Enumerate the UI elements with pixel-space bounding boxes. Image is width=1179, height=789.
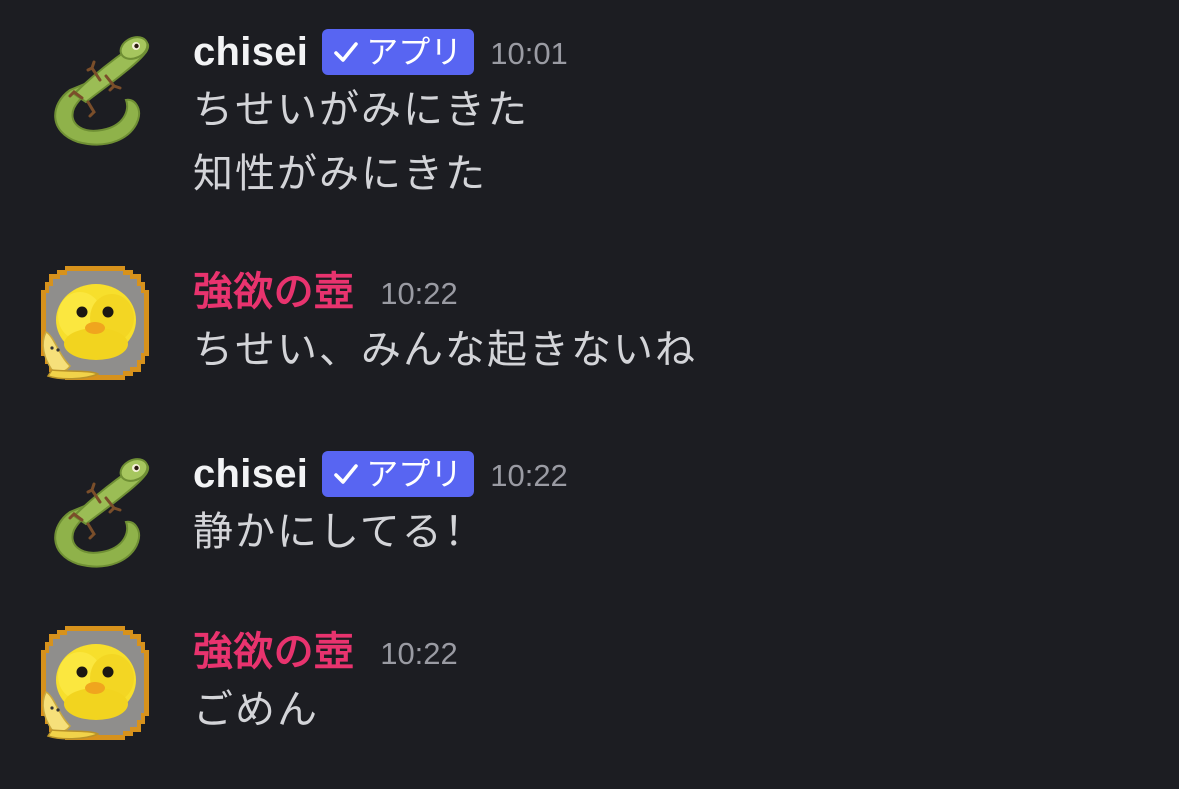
timestamp: 10:22 [380, 276, 458, 311]
message-header: chisei アプリ 10:01 [193, 26, 568, 78]
message-text-line: ごめん [193, 687, 319, 733]
username[interactable]: 強欲の壺 [193, 266, 354, 318]
username[interactable]: chisei [193, 26, 308, 78]
verified-check-icon [332, 460, 360, 488]
username[interactable]: chisei [193, 448, 308, 500]
timestamp: 10:22 [490, 458, 568, 493]
chick-avatar-icon[interactable] [30, 618, 160, 748]
timestamp: 10:01 [490, 36, 568, 71]
app-badge-label: アプリ [366, 33, 463, 71]
app-badge: アプリ [322, 451, 475, 497]
username[interactable]: 強欲の壺 [193, 626, 354, 678]
message-body: 静かにしてる！ [193, 500, 486, 564]
app-badge: アプリ [322, 29, 475, 75]
message-body: ちせい、みんな起きないね [193, 318, 697, 382]
message-text-line: 静かにしてる！ [193, 509, 486, 555]
app-badge-label: アプリ [366, 455, 463, 493]
message-header: chisei アプリ 10:22 [193, 448, 568, 500]
chick-avatar-icon[interactable] [30, 258, 160, 388]
message-text-line: ちせい、みんな起きないね [193, 327, 697, 373]
message-text-line: ちせいがみにきた [193, 87, 529, 133]
message-body: ちせいがみにきた 知性がみにきた [193, 78, 529, 206]
message-header: 強欲の壺 10:22 [193, 626, 458, 678]
lizard-avatar-icon[interactable] [30, 446, 160, 576]
message-text-line: 知性がみにきた [193, 151, 487, 197]
message-body: ごめん [193, 678, 319, 742]
message-header: 強欲の壺 10:22 [193, 266, 458, 318]
verified-check-icon [332, 38, 360, 66]
chat-message-list: chisei アプリ 10:01 ちせいがみにきた 知性がみにきた 強欲の壺 1… [0, 0, 1179, 789]
lizard-avatar-icon[interactable] [30, 24, 160, 154]
timestamp: 10:22 [380, 636, 458, 671]
